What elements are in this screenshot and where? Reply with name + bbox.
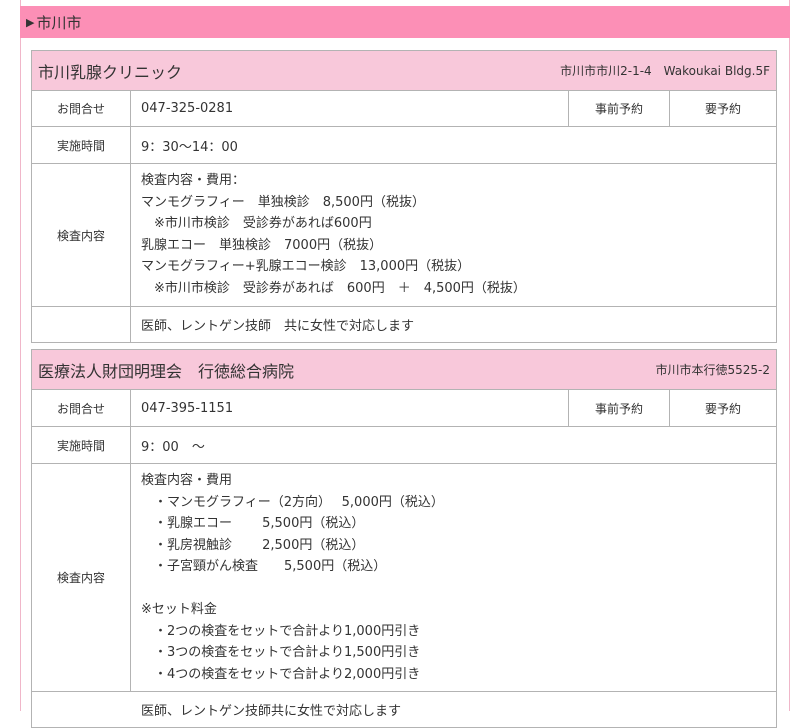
clinic-card: 市川乳腺クリニック 市川市市川2-1-4 Wakoukai Bldg.5F お問… (31, 50, 777, 343)
note-label (32, 307, 131, 342)
contact-label: お問合せ (32, 390, 131, 426)
contact-label: お問合せ (32, 91, 131, 126)
hours-label: 実施時間 (32, 127, 131, 163)
content-row: 検査内容 検査内容・費用： マンモグラフィー 単独検診 8,500円（税抜） ※… (32, 164, 776, 307)
clinic-address: 市川市本行徳5525-2 (655, 363, 770, 377)
hours-value: 9：30～14：00 (141, 139, 238, 155)
hours-row: 実施時間 9：00 ～ (32, 427, 776, 464)
content-line: ※市川市検診 受診券があれば600円 (141, 216, 372, 231)
content-label: 検査内容 (32, 164, 131, 306)
contact-row: お問合せ 047-395-1151 事前予約 要予約 (32, 390, 776, 427)
content-line: 検査内容・費用 (141, 473, 233, 488)
phone-number: 047-325-0281 (141, 101, 234, 116)
content-line: 乳腺エコー 単独検診 7000円（税抜） (141, 237, 383, 253)
content-line: ・乳腺エコー 5,500円（税込） (141, 516, 365, 531)
content-label: 検査内容 (32, 464, 131, 691)
note-row: 医師、レントゲン技師共に女性で対応します (32, 692, 776, 728)
content-line (141, 578, 766, 600)
phone-number: 047-395-1151 (141, 400, 234, 416)
city-header: ▶ 市川市 (20, 6, 790, 38)
content-line: ※市川市検診 受診券があれば 600円 ＋ 4,500円（税抜） (141, 280, 526, 296)
clinic-header: 医療法人財団明理会 行徳総合病院 市川市本行徳5525-2 (32, 350, 776, 390)
city-title: 市川市 (36, 13, 82, 32)
reservation-value: 要予約 (669, 390, 776, 426)
note-text: 医師、レントゲン技師 共に女性で対応します (141, 319, 415, 334)
contact-row: お問合せ 047-325-0281 事前予約 要予約 (32, 91, 776, 127)
content-line: マンモグラフィー 単独検診 8,500円（税抜） (141, 194, 425, 210)
content-text: 検査内容・費用 ・マンモグラフィー（2方向） 5,000円（税込） ・乳腺エコー… (131, 464, 776, 691)
content-line: 検査内容・費用： (141, 173, 246, 188)
reservation-value: 要予約 (669, 91, 776, 126)
reservation-label: 事前予約 (568, 91, 669, 126)
content-line: ・子宮頸がん検査 5,500円（税込） (141, 559, 387, 574)
content-line: ・2つの検査をセットで合計より1,000円引き (141, 623, 421, 639)
note-row: 医師、レントゲン技師 共に女性で対応します (32, 307, 776, 343)
triangle-right-icon: ▶ (26, 15, 35, 29)
content-row: 検査内容 検査内容・費用 ・マンモグラフィー（2方向） 5,000円（税込） ・… (32, 464, 776, 692)
content-line: ・4つの検査をセットで合計より2,000円引き (141, 666, 421, 682)
hours-label: 実施時間 (32, 427, 131, 463)
clinic-address: 市川市市川2-1-4 Wakoukai Bldg.5F (560, 64, 770, 78)
content-line: ・マンモグラフィー（2方向） 5,000円（税込） (141, 494, 444, 510)
content-line: ・乳房視触診 2,500円（税込） (141, 537, 365, 553)
clinic-header: 市川乳腺クリニック 市川市市川2-1-4 Wakoukai Bldg.5F (32, 51, 776, 91)
clinic-name: 市川乳腺クリニック (38, 62, 183, 82)
hours-value: 9：00 ～ (141, 439, 205, 455)
hours-row: 実施時間 9：30～14：00 (32, 127, 776, 164)
content-line: マンモグラフィー+乳腺エコー検診 13,000円（税抜） (141, 259, 471, 274)
clinic-card: 医療法人財団明理会 行徳総合病院 市川市本行徳5525-2 お問合せ 047-3… (31, 349, 777, 728)
content-text: 検査内容・費用： マンモグラフィー 単独検診 8,500円（税抜） ※市川市検診… (131, 164, 776, 306)
clinic-name: 医療法人財団明理会 行徳総合病院 (38, 361, 295, 381)
note-text: 医師、レントゲン技師共に女性で対応します (141, 704, 402, 719)
reservation-label: 事前予約 (568, 390, 669, 426)
content-line: ※セット料金 (141, 602, 217, 617)
content-line: ・3つの検査をセットで合計より1,500円引き (141, 645, 421, 660)
